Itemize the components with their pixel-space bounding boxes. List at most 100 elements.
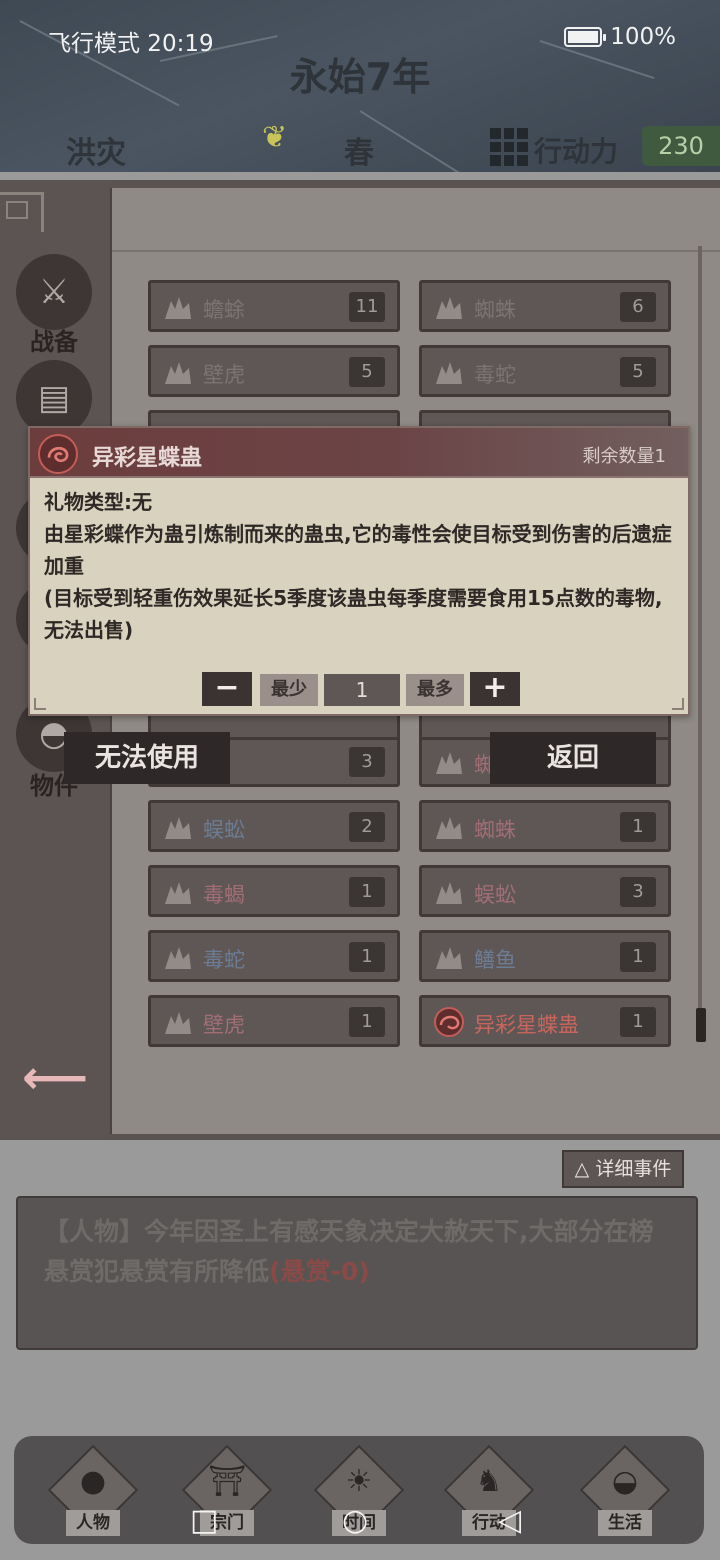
item-name: 毒蝎 xyxy=(203,883,245,907)
gift-type-line: 礼物类型:无 xyxy=(44,490,152,514)
event-log: 【人物】今年因圣上有感天象决定大赦天下,大部分在榜悬赏犯悬赏有所降低(悬赏-0) xyxy=(16,1196,698,1350)
insect-icon xyxy=(432,941,466,973)
inventory-slot[interactable]: 蜈蚣 2 xyxy=(148,800,400,852)
nav-label: 人物 xyxy=(66,1510,120,1536)
item-count: 5 xyxy=(349,357,385,387)
inventory-slot[interactable]: 毒蛇 1 xyxy=(148,930,400,982)
back-icon[interactable]: ◁ xyxy=(498,1506,521,1536)
item-count: 2 xyxy=(349,812,385,842)
return-button[interactable]: 返回 xyxy=(490,732,656,784)
inventory-slot[interactable]: 蜘蛛 1 xyxy=(419,800,671,852)
sun-icon: ☀ xyxy=(345,1464,373,1499)
gate-icon: ⛩ xyxy=(207,1464,247,1499)
sidebar-item-label[interactable]: 战备 xyxy=(0,322,108,357)
unusable-button[interactable]: 无法使用 xyxy=(64,732,230,784)
action-points-label: 行动力 xyxy=(534,135,619,168)
increase-button[interactable]: + xyxy=(470,672,520,706)
insect-icon xyxy=(161,941,195,973)
description-line: 由星彩蝶作为蛊引炼制而来的蛊虫,它的毒性会使目标受到伤害的后遗症加重 xyxy=(44,522,672,578)
item-count: 1 xyxy=(620,812,656,842)
scrollbar-thumb[interactable] xyxy=(696,1008,706,1042)
scrollbar-track[interactable] xyxy=(698,246,702,1024)
item-count: 1 xyxy=(349,942,385,972)
item-name: 蟾蜍 xyxy=(203,298,245,322)
inventory-slot[interactable]: 壁虎 5 xyxy=(148,345,400,397)
action-points-icon xyxy=(490,128,528,166)
gu-insect-icon xyxy=(38,434,78,474)
insect-icon xyxy=(161,356,195,388)
detail-events-button[interactable]: △ 详细事件 xyxy=(562,1150,684,1188)
insect-icon xyxy=(161,291,195,323)
grid-header xyxy=(112,188,720,252)
inventory-slot[interactable]: 壁虎 1 xyxy=(148,995,400,1047)
inventory-slot[interactable]: 毒蛇 5 xyxy=(419,345,671,397)
item-count: 5 xyxy=(620,357,656,387)
item-count: 6 xyxy=(620,292,656,322)
insect-icon xyxy=(432,876,466,908)
person-icon: ● xyxy=(79,1464,107,1499)
inventory-slot[interactable]: 异彩星蝶蛊 1 xyxy=(419,995,671,1047)
year-title: 永始7年 xyxy=(289,55,431,99)
run-icon: ♞ xyxy=(475,1464,503,1499)
recent-apps-icon[interactable]: □ xyxy=(190,1506,218,1536)
item-name: 毒蛇 xyxy=(203,948,245,972)
item-name: 壁虎 xyxy=(203,363,245,387)
item-name: 蜘蛛 xyxy=(474,298,516,322)
item-count: 3 xyxy=(349,747,385,777)
item-name: 蜈蚣 xyxy=(474,883,516,907)
landscape-icon: ◒ xyxy=(611,1464,639,1499)
item-name: 蜘蛛 xyxy=(474,818,516,842)
inventory-slot[interactable]: 毒蝎 1 xyxy=(148,865,400,917)
max-button[interactable]: 最多 xyxy=(406,674,464,706)
item-count: 3 xyxy=(620,877,656,907)
popup-description: 礼物类型:无 由星彩蝶作为蛊引炼制而来的蛊虫,它的毒性会使目标受到伤害的后遗症加… xyxy=(44,486,678,646)
battery-icon xyxy=(564,27,607,47)
gu-insect-icon xyxy=(432,1006,466,1038)
book-icon[interactable]: ▤ xyxy=(16,360,92,436)
popup-title: 异彩星蝶蛊 xyxy=(92,446,203,471)
inventory-slot[interactable]: 蜘蛛 6 xyxy=(419,280,671,332)
insect-icon xyxy=(161,876,195,908)
insect-icon xyxy=(161,811,195,843)
action-points-value: 230 xyxy=(642,126,720,166)
item-name: 鳝鱼 xyxy=(474,948,516,972)
insect-icon xyxy=(432,356,466,388)
quantity-field[interactable]: 1 xyxy=(324,674,400,706)
item-count: 1 xyxy=(349,1007,385,1037)
item-name: 毒蛇 xyxy=(474,363,516,387)
event-text: 【人物】今年因圣上有感天象决定大赦天下,大部分在榜悬赏犯悬赏有所降低(悬赏-0) xyxy=(44,1212,670,1292)
corner-decoration xyxy=(672,698,684,710)
item-count: 1 xyxy=(620,1007,656,1037)
sword-shield-icon[interactable]: ⚔ xyxy=(16,254,92,330)
effect-line: (目标受到轻重伤效果延长5季度该蛊虫每季度需要食用15点数的毒物,无法出售) xyxy=(44,586,663,642)
inventory-slot[interactable]: 蟾蜍 11 xyxy=(148,280,400,332)
insect-icon xyxy=(432,291,466,323)
inventory-slot[interactable]: 蜈蚣 3 xyxy=(419,865,671,917)
insect-icon xyxy=(161,1006,195,1038)
nav-life[interactable]: ◒ 生活 xyxy=(579,1444,671,1540)
decrease-button[interactable]: − xyxy=(202,672,252,706)
nav-label: 生活 xyxy=(598,1510,652,1536)
popup-remaining: 剩余数量1 xyxy=(582,446,666,467)
min-button[interactable]: 最少 xyxy=(260,674,318,706)
item-count: 1 xyxy=(620,942,656,972)
nav-person[interactable]: ● 人物 xyxy=(47,1444,139,1540)
disaster-label: 洪灾 xyxy=(66,136,126,171)
insect-icon xyxy=(432,811,466,843)
back-arrow-icon[interactable]: ⟵ xyxy=(22,1050,88,1104)
item-name: 壁虎 xyxy=(203,1013,245,1037)
popup-header: 异彩星蝶蛊 剩余数量1 xyxy=(30,428,688,478)
home-icon[interactable]: ○ xyxy=(342,1506,368,1536)
header-decoration xyxy=(359,110,480,172)
season-label: 春 xyxy=(344,136,374,171)
top-header: 飞行模式 20:19 100% 永始7年 洪灾 ❦ 春 行动力 230 xyxy=(0,0,720,172)
plant-icon: ❦ xyxy=(262,120,288,155)
item-count: 11 xyxy=(349,292,385,322)
inventory-slot[interactable]: 鳝鱼 1 xyxy=(419,930,671,982)
insect-icon xyxy=(432,746,466,778)
item-name: 蜈蚣 xyxy=(203,818,245,842)
corner-decoration xyxy=(0,192,44,232)
item-name: 异彩星蝶蛊 xyxy=(474,1013,579,1037)
event-reward: (悬赏-0) xyxy=(269,1257,370,1286)
item-detail-popup: 异彩星蝶蛊 剩余数量1 礼物类型:无 由星彩蝶作为蛊引炼制而来的蛊虫,它的毒性会… xyxy=(28,426,690,716)
